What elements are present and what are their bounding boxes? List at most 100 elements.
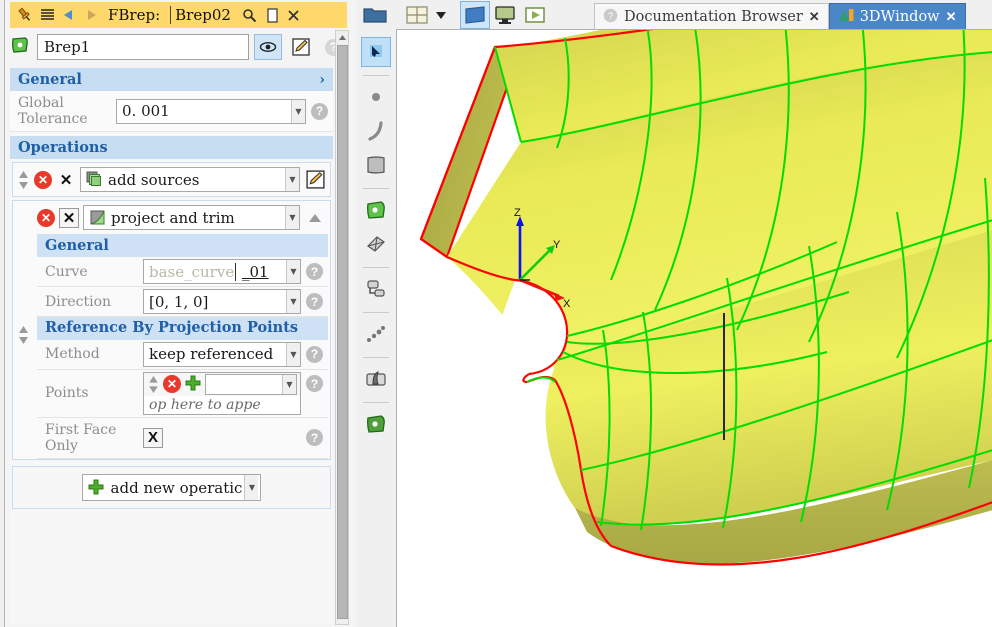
- direction-value: [0, 1, 0]: [149, 292, 209, 311]
- layout-grid-icon[interactable]: [402, 1, 432, 29]
- chevron-down-icon[interactable]: ▼: [286, 260, 300, 284]
- operation-project-and-trim: ✕ ✕ project and trim ▼ General Curve bas…: [12, 200, 331, 461]
- fbrep-icon[interactable]: [361, 409, 391, 439]
- property-label: Curve: [45, 263, 88, 280]
- disable-operation-icon[interactable]: ✕: [56, 170, 76, 190]
- operation-add-sources: ✕ ✕ add sources ▼: [12, 162, 331, 198]
- chevron-down-icon[interactable]: ▼: [244, 475, 259, 501]
- tab-3dwindow[interactable]: 3DWindow ✕: [828, 3, 966, 30]
- points-reorder-spinner[interactable]: [147, 375, 160, 394]
- help-icon[interactable]: ?: [311, 102, 328, 120]
- property-label: Method: [45, 346, 100, 363]
- curve-suffix-text: _01: [241, 262, 269, 281]
- add-sources-combo[interactable]: add sources ▼: [80, 167, 300, 193]
- plus-icon: [87, 479, 105, 497]
- help-icon[interactable]: ?: [306, 375, 323, 393]
- assembly-icon[interactable]: [361, 274, 391, 304]
- collapse-operation-icon[interactable]: [304, 207, 326, 229]
- section-header-reference-by-projection-points[interactable]: Reference By Projection Points: [19, 317, 328, 345]
- add-operation-bar: add new operatic ▼: [12, 466, 331, 510]
- surface-icon: [84, 209, 106, 226]
- global-tolerance-value: 0. 001: [122, 102, 170, 121]
- surface-patch-icon[interactable]: [361, 150, 391, 180]
- monitor-icon[interactable]: [490, 1, 520, 29]
- add-new-operation-button[interactable]: add new operatic ▼: [81, 474, 262, 502]
- tab-label: Documentation Browser: [624, 9, 803, 25]
- help-icon[interactable]: ?: [306, 293, 323, 311]
- toolbar-separator: [363, 312, 389, 313]
- pin-icon[interactable]: [14, 4, 36, 26]
- edit-operation-icon[interactable]: [304, 169, 326, 191]
- property-row-direction: Direction [0, 1, 0] ▼ ?: [37, 287, 328, 318]
- 3d-model-render: Z X Y: [419, 30, 992, 566]
- help-icon[interactable]: ?: [306, 263, 323, 281]
- reorder-spinner[interactable]: [17, 170, 30, 190]
- shade-icon[interactable]: [361, 364, 391, 394]
- search-icon[interactable]: [239, 4, 261, 26]
- play-icon[interactable]: [520, 1, 550, 29]
- select-arrow-icon[interactable]: [361, 37, 391, 67]
- help-icon[interactable]: ?: [306, 345, 323, 363]
- section-header-sub-general[interactable]: General: [37, 234, 328, 258]
- 3d-viewport[interactable]: Z X Y: [396, 29, 992, 627]
- chevron-down-icon[interactable]: ▼: [286, 342, 300, 366]
- property-row-method: Method keep referenced ▼ ?: [37, 339, 328, 370]
- project-and-trim-combo[interactable]: project and trim ▼: [83, 205, 300, 231]
- mesh-icon[interactable]: [361, 229, 391, 259]
- brep-solid-icon[interactable]: [361, 195, 391, 225]
- window-3d-icon[interactable]: [460, 1, 490, 29]
- svg-text:Z: Z: [514, 207, 521, 219]
- method-combo[interactable]: keep referenced ▼: [143, 341, 301, 367]
- panel-scrollbar[interactable]: [335, 30, 349, 625]
- point-icon[interactable]: [361, 82, 391, 112]
- tab-bar: ? Documentation Browser ✕ 3DWindow ✕: [594, 0, 966, 30]
- curve-arc-icon[interactable]: [361, 116, 391, 146]
- points-combo[interactable]: ▼: [205, 373, 297, 395]
- section-header-general[interactable]: General ›: [10, 68, 333, 91]
- remove-operation-icon[interactable]: ✕: [34, 170, 52, 189]
- visibility-toggle-button[interactable]: [254, 34, 282, 60]
- chevron-down-icon[interactable]: ▼: [282, 374, 296, 394]
- chart-icon: [838, 8, 854, 27]
- first-face-only-checkbox[interactable]: X: [143, 427, 163, 448]
- chevron-down-icon[interactable]: ▼: [291, 99, 305, 123]
- remove-operation-icon[interactable]: ✕: [37, 208, 55, 227]
- tab-close-icon[interactable]: ✕: [809, 9, 820, 25]
- panel-titlebar: FBrep: Brep02: [10, 2, 347, 28]
- property-row-points: Points ✕ ▼ ? op here to appe: [37, 369, 328, 418]
- tab-documentation-browser[interactable]: ? Documentation Browser ✕: [594, 3, 829, 30]
- help-icon[interactable]: ?: [306, 429, 323, 447]
- points-drop-zone[interactable]: op here to appe: [143, 395, 301, 415]
- section-header-operations[interactable]: Operations: [10, 136, 333, 160]
- chevron-down-icon[interactable]: ▼: [286, 290, 300, 314]
- folder-icon[interactable]: [360, 1, 390, 29]
- direction-combo[interactable]: [0, 1, 0] ▼: [143, 289, 301, 315]
- svg-text:X: X: [563, 298, 571, 310]
- disable-operation-icon[interactable]: ✕: [59, 207, 79, 228]
- property-label: Global Tolerance: [18, 95, 88, 128]
- scrollbar-up-arrow[interactable]: [336, 31, 348, 44]
- scrollbar-thumb[interactable]: [337, 45, 348, 619]
- close-icon[interactable]: [283, 4, 305, 26]
- tab-close-icon[interactable]: ✕: [946, 9, 957, 25]
- menu-icon[interactable]: [36, 4, 58, 26]
- layout-dropdown-icon[interactable]: [432, 1, 450, 29]
- forward-arrow-icon[interactable]: [80, 4, 102, 26]
- chevron-down-icon[interactable]: ▼: [285, 206, 299, 230]
- curve-combo[interactable]: base_curve _01 ▼: [143, 259, 301, 285]
- object-name-input[interactable]: [37, 34, 249, 60]
- edit-button[interactable]: [287, 34, 315, 60]
- point-cloud-icon[interactable]: [361, 319, 391, 349]
- toolbar-separator: [363, 75, 389, 76]
- global-tolerance-combo[interactable]: 0. 001 ▼: [116, 98, 306, 124]
- chevron-down-icon[interactable]: ▼: [285, 168, 299, 192]
- toolbar-separator: [363, 357, 389, 358]
- add-point-icon[interactable]: [184, 375, 202, 393]
- panel-content: General › Global Tolerance 0. 001 ▼ ? Op…: [10, 68, 333, 624]
- back-arrow-icon[interactable]: [58, 4, 80, 26]
- curve-placeholder-text: base_curve: [149, 262, 235, 281]
- remove-point-icon[interactable]: ✕: [163, 375, 181, 394]
- reorder-spinner[interactable]: [17, 325, 30, 349]
- copy-icon[interactable]: [261, 4, 283, 26]
- property-label: First Face Only: [45, 421, 117, 454]
